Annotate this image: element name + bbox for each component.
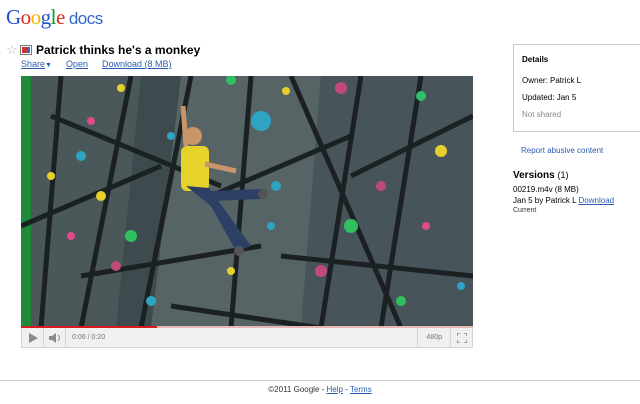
fullscreen-button[interactable] — [450, 328, 472, 347]
versions-heading: Versions (1) — [513, 170, 614, 181]
footer-separator: - — [342, 385, 350, 394]
footer-separator: - — [319, 385, 327, 394]
version-current-label: Current — [513, 207, 537, 214]
help-link[interactable]: Help — [327, 385, 343, 394]
logo-letter: o — [30, 5, 42, 29]
google-docs-logo[interactable]: Google docs — [6, 5, 103, 30]
report-abuse-link[interactable]: Report abusive content — [521, 146, 603, 155]
sharing-status: Not shared — [522, 110, 562, 119]
version-filename: 00219.m4v (8 MB) — [513, 185, 579, 194]
versions-title: Versions — [513, 170, 555, 181]
video-controls: 0:06 / 0:20 480p — [21, 328, 473, 348]
logo-product: docs — [68, 9, 103, 28]
document-title: Patrick thinks he's a monkey — [36, 43, 201, 57]
version-download-link[interactable]: Download — [579, 196, 615, 205]
fullscreen-icon — [456, 332, 467, 343]
version-info: Jan 5 by Patrick L Download — [513, 196, 614, 205]
copyright-text: ©2011 Google — [268, 385, 320, 394]
updated-text: Updated: Jan 5 — [522, 93, 577, 102]
quality-selector[interactable]: 480p — [417, 328, 450, 347]
logo-letter: e — [56, 5, 65, 29]
document-actions: Share▼ Open Download (8 MB) — [21, 59, 172, 69]
versions-section: Versions (1) 00219.m4v (8 MB) Jan 5 by P… — [513, 170, 614, 214]
owner-text: Owner: Patrick L — [522, 76, 582, 85]
footer-divider — [0, 380, 640, 381]
volume-icon — [48, 332, 60, 343]
version-by: Jan 5 by Patrick L — [513, 196, 577, 205]
footer: ©2011 Google - Help - Terms — [0, 385, 640, 394]
title-row: ☆ Patrick thinks he's a monkey — [6, 42, 200, 58]
caret-down-icon: ▼ — [45, 62, 52, 69]
volume-button[interactable] — [44, 328, 66, 347]
versions-count: (1) — [557, 170, 569, 180]
logo-letter: G — [6, 5, 21, 29]
logo-letter: o — [20, 5, 32, 29]
play-icon — [28, 332, 38, 343]
share-menu[interactable]: Share▼ — [21, 59, 52, 69]
video-player[interactable] — [21, 76, 473, 328]
details-panel: Details Owner: Patrick L Updated: Jan 5 … — [513, 44, 640, 132]
share-link[interactable]: Share — [21, 59, 45, 69]
star-icon[interactable]: ☆ — [6, 42, 18, 58]
open-link[interactable]: Open — [66, 59, 88, 69]
video-frame — [21, 76, 473, 328]
terms-link[interactable]: Terms — [350, 385, 372, 394]
video-file-icon — [20, 45, 32, 55]
logo-letter: g — [40, 5, 52, 29]
play-button[interactable] — [22, 328, 44, 347]
download-link[interactable]: Download (8 MB) — [102, 59, 172, 69]
details-heading: Details — [522, 55, 549, 64]
playback-time: 0:06 / 0:20 — [72, 334, 106, 341]
